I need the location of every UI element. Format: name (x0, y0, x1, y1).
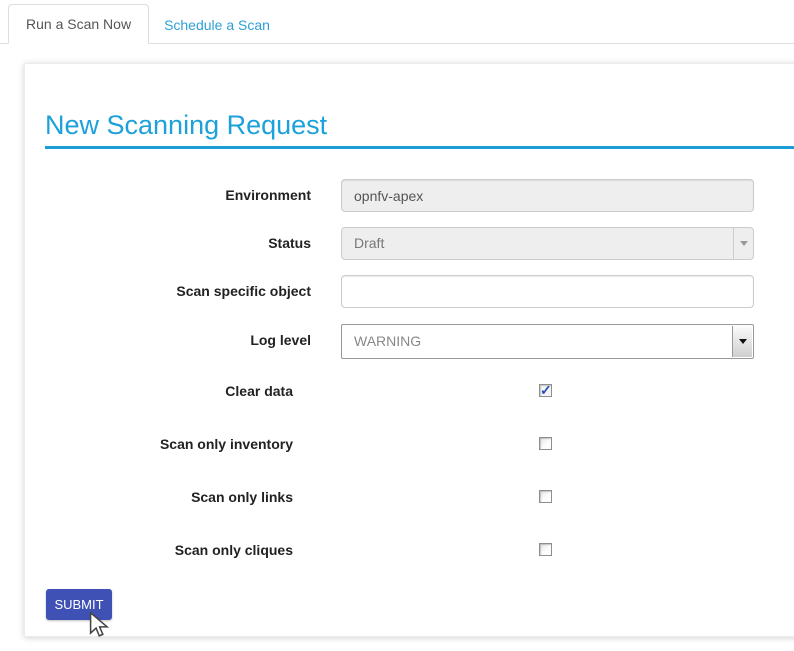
form-row-scan-only-links: Scan only links (25, 488, 794, 506)
log-level-label: Log level (45, 324, 311, 357)
tab-label: Run a Scan Now (26, 16, 131, 32)
scan-specific-object-label: Scan specific object (45, 275, 311, 308)
form-row-clear-data: Clear data (25, 382, 794, 400)
clear-data-checkbox[interactable] (539, 384, 552, 397)
log-level-select-value: WARNING (354, 325, 727, 358)
form-row-scan-only-cliques: Scan only cliques (25, 541, 794, 559)
scan-specific-object-input[interactable] (341, 275, 754, 308)
scan-only-inventory-label: Scan only inventory (45, 435, 293, 453)
status-select-value: Draft (354, 228, 727, 259)
form-row-scan-specific-object: Scan specific object (25, 275, 794, 309)
form-row-log-level: Log level WARNING (25, 324, 794, 358)
log-level-select[interactable]: WARNING (341, 324, 754, 359)
tab-schedule-a-scan[interactable]: Schedule a Scan (149, 6, 285, 44)
status-label: Status (45, 227, 311, 260)
scan-only-links-label: Scan only links (45, 488, 293, 506)
scan-only-inventory-checkbox[interactable] (539, 437, 552, 450)
page-title: New Scanning Request (45, 110, 794, 149)
scan-request-card: New Scanning Request Environment Status … (24, 63, 794, 637)
clear-data-label: Clear data (45, 382, 293, 400)
tab-label: Schedule a Scan (164, 17, 270, 33)
chevron-down-icon (733, 228, 753, 259)
tab-run-a-scan-now[interactable]: Run a Scan Now (8, 4, 149, 44)
scan-only-cliques-label: Scan only cliques (45, 541, 293, 559)
scan-only-links-checkbox[interactable] (539, 490, 552, 503)
chevron-down-icon (732, 326, 752, 357)
form-row-status: Status Draft (25, 227, 794, 261)
form-row-scan-only-inventory: Scan only inventory (25, 435, 794, 453)
environment-label: Environment (45, 179, 311, 212)
scan-only-cliques-checkbox[interactable] (539, 543, 552, 556)
form-row-environment: Environment (25, 179, 794, 213)
status-select: Draft (341, 227, 754, 260)
tab-bar: Run a Scan Now Schedule a Scan (0, 0, 794, 44)
environment-input (341, 179, 754, 212)
submit-button[interactable]: SUBMIT (46, 589, 112, 620)
